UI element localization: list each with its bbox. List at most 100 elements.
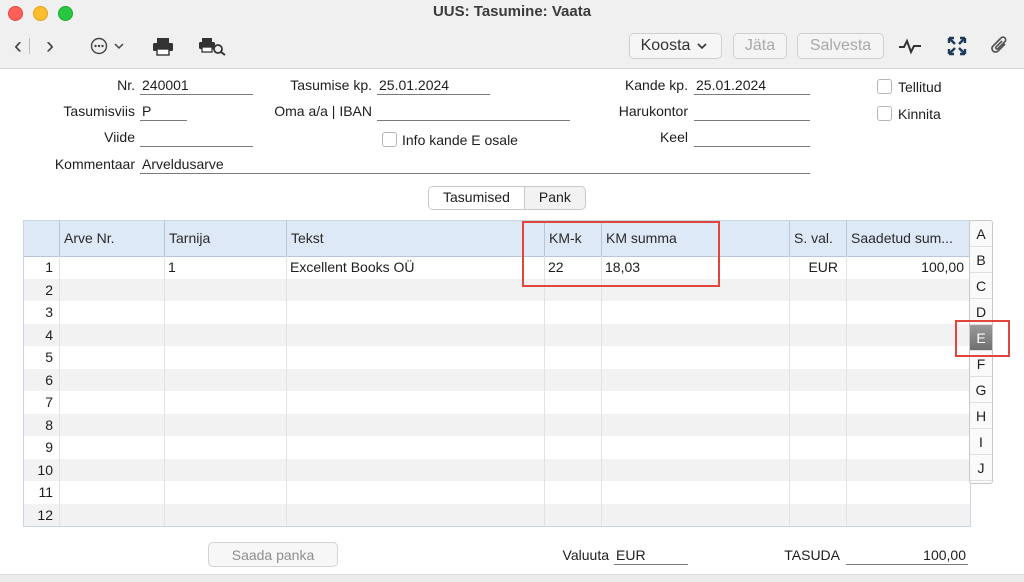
cell-tekst[interactable] [286, 481, 544, 504]
print-icon[interactable] [151, 34, 175, 58]
letter-index-i[interactable]: I [970, 429, 992, 455]
cell-s-val[interactable] [789, 346, 846, 369]
cell-arve-nr[interactable] [59, 301, 164, 324]
table-row[interactable]: 12 [24, 503, 970, 527]
cell-tekst[interactable] [286, 279, 544, 302]
table-row[interactable]: 9 [24, 436, 970, 459]
cell-arve-nr[interactable] [59, 459, 164, 482]
letter-index-c[interactable]: C [970, 273, 992, 299]
cell-km-k[interactable] [544, 436, 601, 459]
activity-icon[interactable] [898, 34, 922, 58]
table-row[interactable]: 4 [24, 323, 970, 347]
cell-arve-nr[interactable] [59, 391, 164, 414]
kinnita-checkbox[interactable] [877, 106, 892, 121]
table-row[interactable]: 5 [24, 346, 970, 369]
cell-tekst[interactable] [286, 436, 544, 459]
cell-saadetud-summa[interactable] [846, 504, 970, 527]
cell-tekst[interactable]: Excellent Books OÜ [286, 256, 544, 279]
cell-tekst[interactable] [286, 324, 544, 347]
table-row[interactable]: 2 [24, 278, 970, 302]
forward-arrow-icon[interactable]: › [40, 32, 60, 59]
cell-km-k[interactable] [544, 391, 601, 414]
cell-arve-nr[interactable] [59, 324, 164, 347]
cell-row-number[interactable]: 11 [24, 481, 59, 504]
letter-index-j[interactable]: J [970, 455, 992, 481]
cell-saadetud-summa[interactable] [846, 436, 970, 459]
cell-tekst[interactable] [286, 301, 544, 324]
cell-tekst[interactable] [286, 504, 544, 527]
cell-km-summa[interactable] [601, 414, 789, 437]
cell-row-number[interactable]: 5 [24, 346, 59, 369]
cell-s-val[interactable] [789, 369, 846, 392]
cell-saadetud-summa[interactable] [846, 346, 970, 369]
cell-s-val[interactable] [789, 436, 846, 459]
cell-km-summa[interactable] [601, 324, 789, 347]
cell-arve-nr[interactable] [59, 414, 164, 437]
cell-tarnija[interactable] [164, 346, 286, 369]
cell-s-val[interactable]: EUR [789, 256, 846, 279]
col-s-val[interactable]: S. val. [789, 221, 846, 256]
koosta-dropdown-button[interactable]: Koosta [629, 33, 722, 59]
cell-s-val[interactable] [789, 459, 846, 482]
print-preview-icon[interactable] [198, 34, 226, 58]
kande-kp-field[interactable]: 25.01.2024 [694, 76, 810, 95]
table-row[interactable]: 7 [24, 391, 970, 414]
more-actions-menu[interactable] [88, 34, 128, 58]
cell-km-summa[interactable] [601, 391, 789, 414]
cell-tekst[interactable] [286, 391, 544, 414]
oma-iban-field[interactable] [377, 102, 570, 121]
cell-tarnija[interactable] [164, 459, 286, 482]
table-row[interactable]: 11 [24, 481, 970, 504]
cell-km-summa[interactable] [601, 481, 789, 504]
harukontor-field[interactable] [694, 102, 810, 121]
cell-s-val[interactable] [789, 391, 846, 414]
cell-row-number[interactable]: 8 [24, 414, 59, 437]
cell-tarnija[interactable] [164, 391, 286, 414]
cell-saadetud-summa[interactable] [846, 459, 970, 482]
cell-tarnija[interactable] [164, 301, 286, 324]
cell-km-k[interactable] [544, 481, 601, 504]
cell-arve-nr[interactable] [59, 346, 164, 369]
cell-arve-nr[interactable] [59, 369, 164, 392]
cell-km-summa[interactable] [601, 436, 789, 459]
cell-row-number[interactable]: 7 [24, 391, 59, 414]
tab-tasumised[interactable]: Tasumised [429, 187, 525, 209]
col-tekst[interactable]: Tekst [286, 221, 544, 256]
cell-arve-nr[interactable] [59, 481, 164, 504]
cell-tarnija[interactable] [164, 504, 286, 527]
letter-index-a[interactable]: A [970, 221, 992, 247]
cell-tarnija[interactable] [164, 369, 286, 392]
cell-saadetud-summa[interactable] [846, 391, 970, 414]
cell-km-k[interactable] [544, 414, 601, 437]
cell-tarnija[interactable]: 1 [164, 256, 286, 279]
table-row[interactable]: 8 [24, 413, 970, 437]
cell-row-number[interactable]: 3 [24, 301, 59, 324]
cell-km-k[interactable] [544, 369, 601, 392]
col-arve-nr[interactable]: Arve Nr. [59, 221, 164, 256]
cell-tekst[interactable] [286, 369, 544, 392]
col-tarnija[interactable]: Tarnija [164, 221, 286, 256]
nr-field[interactable]: 240001 [140, 76, 253, 95]
tab-pank[interactable]: Pank [525, 187, 585, 209]
keel-field[interactable] [694, 128, 810, 147]
cell-row-number[interactable]: 4 [24, 324, 59, 347]
letter-index-h[interactable]: H [970, 403, 992, 429]
cell-saadetud-summa[interactable] [846, 481, 970, 504]
salvesta-button[interactable]: Salvesta [797, 33, 884, 59]
cell-tekst[interactable] [286, 459, 544, 482]
cell-km-summa[interactable] [601, 459, 789, 482]
cell-km-k[interactable] [544, 324, 601, 347]
jata-button[interactable]: Jäta [733, 33, 787, 59]
viide-field[interactable] [140, 128, 253, 147]
cell-row-number[interactable]: 1 [24, 256, 59, 279]
cell-km-k[interactable] [544, 301, 601, 324]
cell-arve-nr[interactable] [59, 436, 164, 459]
tasumisviis-field[interactable]: P [140, 102, 187, 121]
cell-km-summa[interactable] [601, 504, 789, 527]
table-row[interactable]: 10 [24, 458, 970, 482]
letter-index-g[interactable]: G [970, 377, 992, 403]
letter-index-b[interactable]: B [970, 247, 992, 273]
cell-s-val[interactable] [789, 324, 846, 347]
cell-km-summa[interactable] [601, 346, 789, 369]
cell-km-k[interactable] [544, 346, 601, 369]
